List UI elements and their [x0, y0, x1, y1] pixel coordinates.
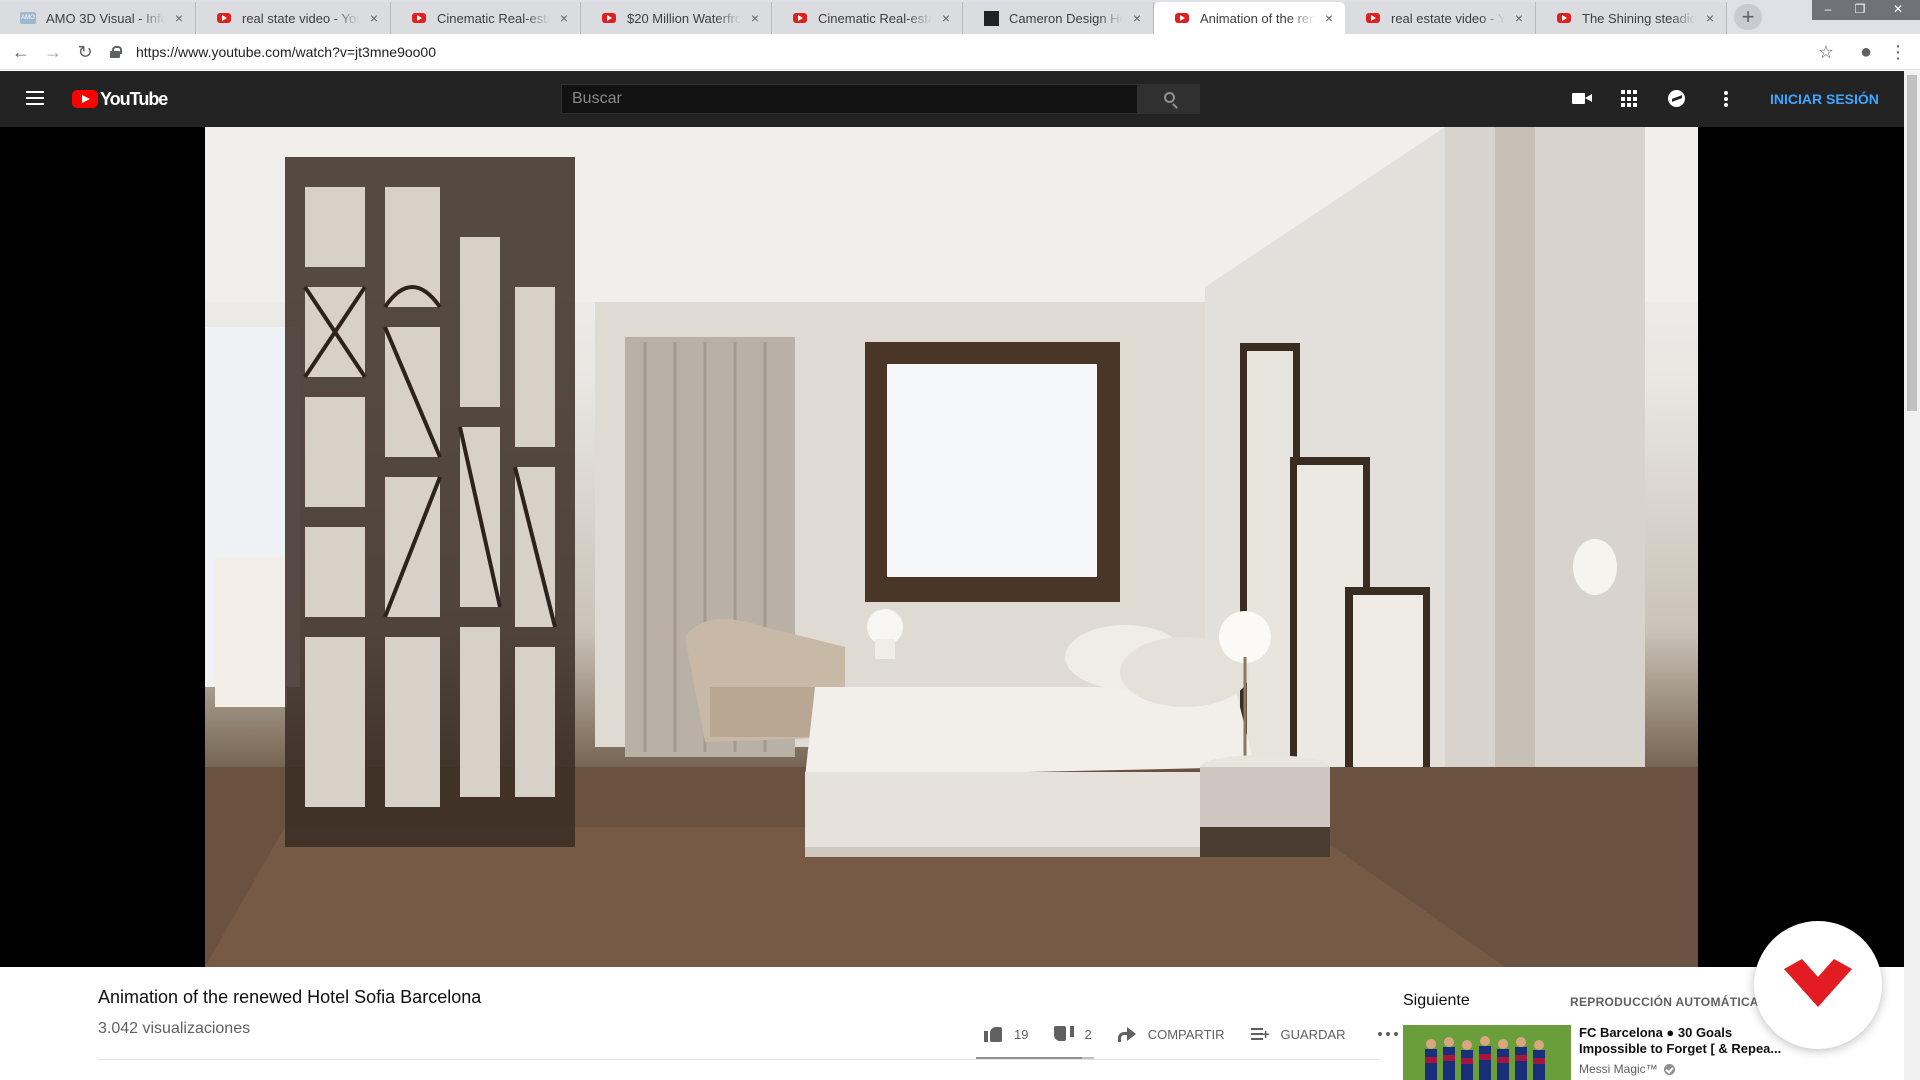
save-button[interactable]: GUARDAR [1250, 1025, 1346, 1043]
browser-tab[interactable]: AMO AMO 3D Visual - Infoarq × [0, 2, 196, 34]
youtube-favicon-icon [601, 10, 617, 26]
messages-icon[interactable] [1666, 87, 1690, 111]
thumbs-down-icon [1054, 1025, 1075, 1043]
dislike-button[interactable]: 2 [1054, 1025, 1092, 1043]
view-count: 3.042 visualizaciones [98, 1020, 251, 1037]
youtube-play-icon [72, 90, 98, 108]
youtube-favicon-icon [216, 10, 232, 26]
browser-tab[interactable]: Cameron Design House × [963, 2, 1154, 34]
reload-icon[interactable]: ↻ [74, 41, 96, 63]
team-photo-thumbnail [1403, 1025, 1571, 1080]
close-icon[interactable]: × [938, 10, 954, 26]
close-icon[interactable]: × [1129, 10, 1145, 26]
tab-title: Cinematic Real-estate video [437, 10, 550, 26]
share-icon [1117, 1025, 1138, 1043]
cameron-favicon-icon [983, 10, 999, 26]
browser-tab[interactable]: $20 Million Waterfront Estate × [581, 2, 772, 34]
close-icon[interactable]: × [747, 10, 763, 26]
browser-tab-strip: AMO AMO 3D Visual - Infoarq × real state… [0, 0, 1920, 34]
video-player[interactable] [0, 127, 1904, 967]
search-input[interactable]: Buscar [561, 84, 1138, 114]
url-text: https://www.youtube.com/watch?v=jt3mne9o… [136, 44, 437, 60]
video-thumbnail[interactable] [1403, 1025, 1571, 1080]
close-icon[interactable]: × [1511, 10, 1527, 26]
more-vert-icon[interactable] [1714, 87, 1738, 111]
tab-title: The Shining steadicam [1582, 10, 1696, 26]
forward-arrow-icon[interactable]: → [42, 41, 64, 63]
browser-tab[interactable]: Cinematic Real-estate video × [391, 2, 581, 34]
sign-in-button[interactable]: INICIAR SESIÓN [1770, 91, 1879, 107]
share-label: COMPARTIR [1147, 1026, 1225, 1042]
thumbs-up-icon [984, 1025, 1004, 1043]
dislike-count: 2 [1084, 1026, 1092, 1042]
browser-toolbar: ← → ↻ https://www.youtube.com/watch?v=jt… [0, 34, 1920, 70]
channel-name-row: Messi Magic™ [1579, 1062, 1675, 1076]
share-button[interactable]: COMPARTIR [1117, 1025, 1225, 1043]
apps-grid-icon[interactable] [1618, 87, 1642, 111]
youtube-masthead: YouTube Buscar INICIAR SESIÓN [0, 71, 1904, 127]
close-icon[interactable]: × [1321, 10, 1337, 26]
like-count: 19 [1014, 1026, 1029, 1042]
tab-title: real estate video - YouTube [1391, 10, 1505, 26]
minimize-window-button[interactable]: – [1812, 0, 1844, 20]
tab-title: Cameron Design House [1009, 10, 1123, 26]
browser-tab[interactable]: real estate video - YouTube × [1345, 2, 1536, 34]
youtube-logo-text: YouTube [100, 88, 168, 109]
close-window-button[interactable]: ✕ [1876, 0, 1920, 20]
playlist-add-icon [1250, 1025, 1271, 1043]
floating-logo-badge[interactable] [1754, 921, 1882, 1049]
verified-check-icon [1663, 1063, 1675, 1075]
scrollbar-thumb[interactable] [1907, 75, 1917, 411]
channel-name[interactable]: Messi Magic™ [1579, 1062, 1658, 1076]
browser-tab[interactable]: Cinematic Real-estate video × [772, 2, 963, 34]
youtube-favicon-icon [1556, 10, 1572, 26]
search-button[interactable] [1138, 84, 1200, 114]
more-horiz-icon[interactable] [1376, 1032, 1400, 1036]
browser-tab[interactable]: The Shining steadicam × [1536, 2, 1727, 34]
video-info: Animation of the renewed Hotel Sofia Bar… [0, 967, 1904, 1080]
lock-icon [110, 46, 122, 58]
divider [98, 1059, 1380, 1060]
maximize-window-button[interactable]: ❐ [1844, 0, 1876, 20]
account-icon[interactable]: ● [1854, 40, 1878, 64]
youtube-favicon-icon [792, 10, 808, 26]
menu-icon[interactable] [26, 91, 46, 107]
tab-title: Animation of the renewed [1200, 10, 1315, 26]
browser-tab[interactable]: real state video - YouTube × [196, 2, 391, 34]
close-icon[interactable]: × [366, 10, 382, 26]
bookmark-star-icon[interactable]: ☆ [1814, 40, 1838, 64]
create-video-icon[interactable] [1571, 87, 1595, 111]
search-icon [1164, 92, 1175, 103]
browser-menu-icon[interactable]: ⋮ [1886, 40, 1910, 64]
autoplay-label: REPRODUCCIÓN AUTOMÁTICA [1570, 995, 1759, 1009]
red-chevron-logo-icon [1784, 959, 1852, 1007]
video-actions: 19 2 COMPARTIR GUARDAR [984, 1021, 1400, 1047]
video-frame[interactable] [205, 127, 1698, 967]
hotel-room-scene [205, 127, 1698, 967]
tab-title: real state video - YouTube [242, 10, 360, 26]
save-label: GUARDAR [1280, 1026, 1346, 1042]
youtube-favicon-icon [1174, 10, 1190, 26]
page-scrollbar[interactable] [1904, 71, 1920, 1080]
close-icon[interactable]: × [1702, 10, 1718, 26]
video-title: Animation of the renewed Hotel Sofia Bar… [98, 987, 482, 1007]
amo-favicon-icon: AMO [20, 10, 36, 26]
browser-tab-active[interactable]: Animation of the renewed × [1154, 2, 1345, 34]
address-bar[interactable]: https://www.youtube.com/watch?v=jt3mne9o… [110, 40, 1790, 64]
youtube-logo[interactable]: YouTube [72, 88, 168, 110]
close-icon[interactable]: × [171, 10, 187, 26]
youtube-favicon-icon [411, 10, 427, 26]
tab-title: $20 Million Waterfront Estate [627, 10, 741, 26]
like-button[interactable]: 19 [984, 1025, 1028, 1043]
tab-title: Cinematic Real-estate video [818, 10, 932, 26]
new-tab-button[interactable]: + [1734, 4, 1762, 30]
youtube-favicon-icon [1365, 10, 1381, 26]
close-icon[interactable]: × [556, 10, 572, 26]
tab-title: AMO 3D Visual - Infoarq [46, 10, 165, 26]
back-arrow-icon[interactable]: ← [10, 41, 32, 63]
up-next-heading: Siguiente [1403, 992, 1470, 1009]
